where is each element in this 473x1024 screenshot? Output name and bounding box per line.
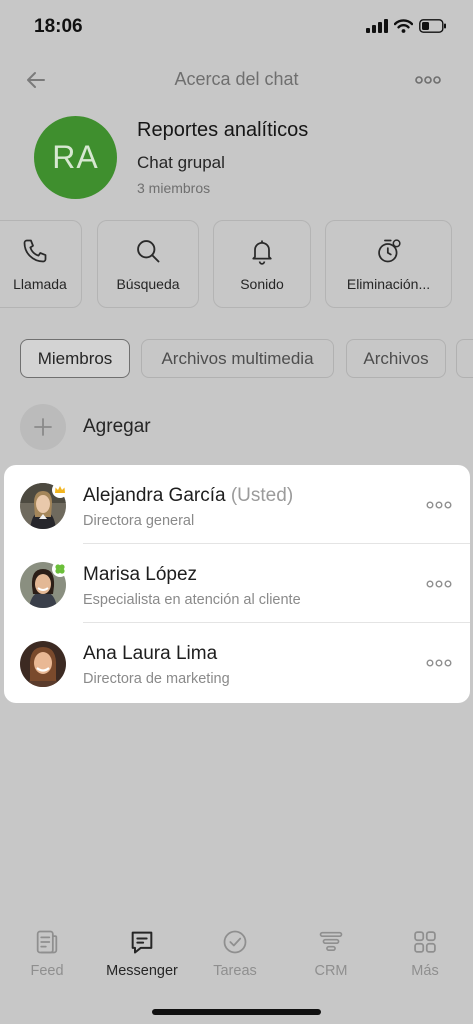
nav-label: Más xyxy=(411,963,439,979)
more-horizontal-icon xyxy=(426,659,452,667)
member-options-button[interactable] xyxy=(426,656,452,670)
header: Acerca del chat xyxy=(0,56,473,104)
funnel-icon xyxy=(319,931,343,951)
more-horizontal-icon xyxy=(426,501,452,509)
search-label: Búsqueda xyxy=(116,276,180,292)
member-row-ana-laura[interactable]: Ana Laura Lima Directora de marketing xyxy=(4,623,470,702)
nav-messenger[interactable]: Messenger xyxy=(97,920,187,990)
phone-icon xyxy=(23,239,47,263)
auto-delete-label: Eliminación... xyxy=(346,276,431,292)
chat-name: Reportes analíticos xyxy=(137,119,309,141)
check-circle-icon xyxy=(223,930,247,954)
nav-label: CRM xyxy=(314,963,348,979)
status-time: 18:06 xyxy=(34,16,83,37)
tab-files[interactable]: Archivos xyxy=(346,339,446,378)
timer-icon xyxy=(377,239,401,263)
auto-delete-button[interactable]: Eliminación... xyxy=(325,220,452,308)
sound-label: Sonido xyxy=(240,276,284,292)
call-label: Llamada xyxy=(13,276,67,292)
grid-icon xyxy=(414,931,436,953)
member-name-text: Alejandra García xyxy=(83,485,226,506)
member-options-button[interactable] xyxy=(426,498,452,512)
tab-media-files[interactable]: Archivos multimedia xyxy=(141,339,334,378)
more-options-button[interactable] xyxy=(413,68,443,92)
member-options-button[interactable] xyxy=(426,577,452,591)
member-role: Directora de marketing xyxy=(83,671,230,687)
avatar xyxy=(20,641,66,687)
tab-members[interactable]: Miembros xyxy=(20,339,130,378)
more-horizontal-icon xyxy=(426,580,452,588)
sound-button[interactable]: Sonido xyxy=(213,220,311,308)
tab-more-partial[interactable] xyxy=(456,339,473,378)
search-icon xyxy=(137,240,160,263)
more-horizontal-icon xyxy=(415,76,441,84)
member-name: Alejandra García (Usted) xyxy=(83,485,293,507)
nav-label: Messenger xyxy=(106,963,178,979)
crown-icon xyxy=(52,482,68,498)
member-row-alejandra[interactable]: Alejandra García (Usted) Directora gener… xyxy=(4,465,470,544)
members-list: Alejandra García (Usted) Directora gener… xyxy=(4,465,470,703)
chat-icon xyxy=(131,931,153,954)
chat-members-count: 3 miembros xyxy=(137,180,211,196)
chat-info-screen: 18:06 Acerca del chat RA Reportes analít… xyxy=(0,0,473,1024)
feed-icon xyxy=(36,930,58,954)
bottom-navigation: Feed Messenger Tareas CRM Más xyxy=(0,920,473,990)
member-name: Marisa López xyxy=(83,564,198,585)
member-row-marisa[interactable]: Marisa López Especialista en atención al… xyxy=(4,544,470,623)
nav-crm[interactable]: CRM xyxy=(286,920,376,990)
current-user-tag: (Usted) xyxy=(230,485,294,506)
wifi-icon xyxy=(394,19,413,33)
add-member-button[interactable] xyxy=(20,404,66,450)
nav-tasks[interactable]: Tareas xyxy=(190,920,280,990)
nav-more[interactable]: Más xyxy=(380,920,470,990)
add-member-label[interactable]: Agregar xyxy=(83,416,151,438)
clover-icon xyxy=(52,561,68,577)
status-bar: 18:06 xyxy=(0,0,473,56)
status-icons xyxy=(366,19,447,33)
nav-feed[interactable]: Feed xyxy=(2,920,92,990)
nav-label: Tareas xyxy=(213,963,257,979)
signal-icon xyxy=(366,19,388,33)
member-name: Ana Laura Lima xyxy=(83,643,218,664)
nav-label: Feed xyxy=(30,963,64,979)
chat-type: Chat grupal xyxy=(137,153,225,172)
search-button[interactable]: Búsqueda xyxy=(97,220,199,308)
chat-avatar[interactable]: RA xyxy=(34,116,117,199)
bell-icon xyxy=(252,240,272,265)
member-role: Especialista en atención al cliente xyxy=(83,592,301,608)
call-button[interactable]: Llamada xyxy=(0,220,82,308)
battery-icon xyxy=(419,19,446,33)
member-role: Directora general xyxy=(83,513,195,529)
plus-icon xyxy=(34,418,52,436)
home-indicator xyxy=(152,1009,321,1015)
page-title: Acerca del chat xyxy=(174,69,299,89)
